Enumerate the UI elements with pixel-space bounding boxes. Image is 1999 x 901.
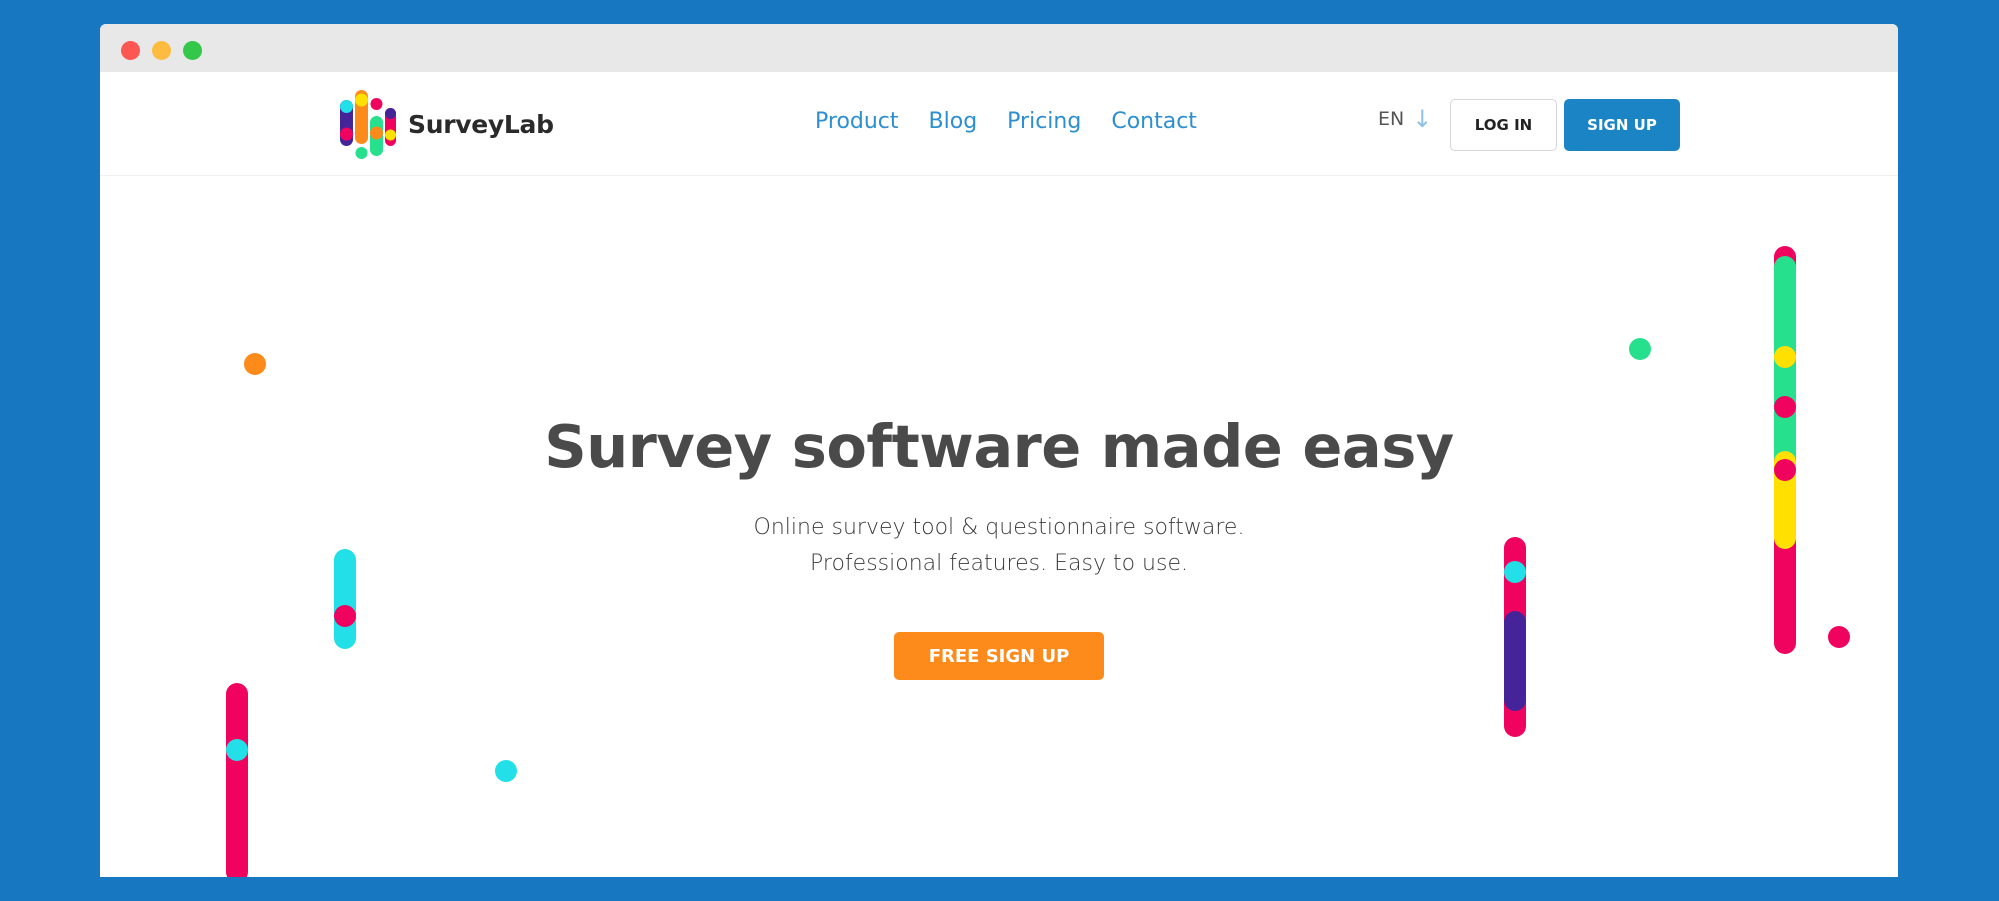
nav-contact[interactable]: Contact	[1111, 106, 1197, 138]
hero-subtitle-line-1: Online survey tool & questionnaire softw…	[753, 515, 1245, 540]
decor-dot-yellow	[1774, 346, 1796, 368]
signup-button[interactable]: SIGN UP	[1564, 99, 1680, 151]
minimize-window-button[interactable]	[152, 41, 171, 60]
main-nav: Product Blog Pricing Contact	[815, 106, 1227, 138]
decor-bar-pink	[226, 683, 248, 877]
hero-section: Survey software made easy Online survey …	[100, 175, 1898, 877]
logo-link[interactable]: SurveyLab	[338, 88, 554, 160]
nav-blog[interactable]: Blog	[929, 106, 978, 138]
login-button[interactable]: LOG IN	[1450, 99, 1557, 151]
maximize-window-button[interactable]	[183, 41, 202, 60]
nav-pricing[interactable]: Pricing	[1007, 106, 1081, 138]
free-signup-button[interactable]: FREE SIGN UP	[894, 632, 1104, 680]
language-label: EN	[1378, 108, 1405, 130]
hero-subtitle-line-2: Professional features. Easy to use.	[810, 551, 1188, 576]
close-window-button[interactable]	[121, 41, 140, 60]
hero-subtitle: Online survey tool & questionnaire softw…	[100, 510, 1898, 582]
browser-window: SurveyLab Product Blog Pricing Contact E…	[100, 24, 1898, 877]
decor-dot-pink	[334, 605, 356, 627]
window-titlebar	[100, 24, 1898, 72]
decor-dot-pink-4	[1828, 626, 1850, 648]
site-header: SurveyLab Product Blog Pricing Contact E…	[100, 72, 1898, 176]
decor-bar-purple	[1504, 611, 1526, 711]
hero-headline: Survey software made easy	[544, 412, 1454, 481]
decor-dot-green	[1629, 338, 1651, 360]
logo-icon	[340, 90, 396, 159]
nav-product[interactable]: Product	[815, 106, 899, 138]
decor-dot-cyan	[226, 739, 248, 761]
logo-text: SurveyLab	[408, 109, 554, 139]
language-selector[interactable]: EN ↓	[1378, 105, 1433, 133]
arrow-down-icon: ↓	[1412, 105, 1433, 133]
decor-dot-orange	[244, 353, 266, 375]
decor-dot-cyan-2	[495, 760, 517, 782]
